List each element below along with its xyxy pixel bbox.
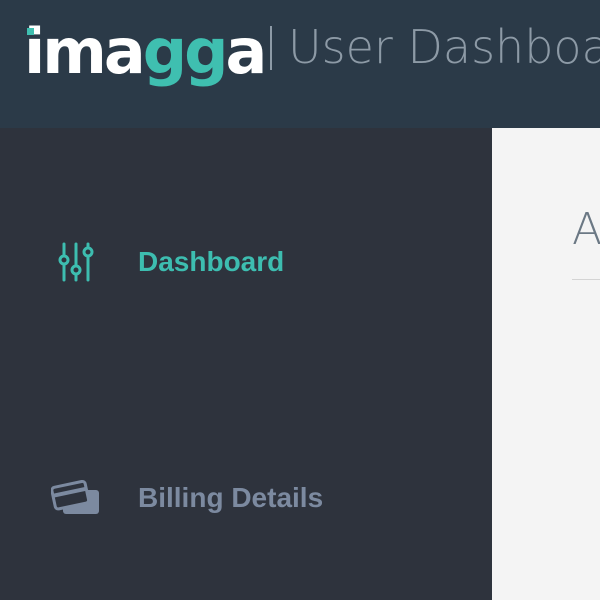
header-title: User Dashboard: [270, 22, 600, 72]
sidebar-item-label: Billing Details: [138, 482, 324, 513]
main-content: A: [492, 128, 600, 600]
sliders-icon: [46, 232, 106, 292]
sidebar-item-billing-details[interactable]: Billing Details: [0, 468, 492, 528]
header-divider: [270, 25, 272, 70]
sidebar: Dashboard Billing Details: [0, 128, 492, 600]
page-title: A: [572, 204, 600, 255]
logo-accent-dot: [27, 28, 34, 35]
sidebar-item-dashboard[interactable]: Dashboard: [0, 232, 492, 292]
imagga-logo[interactable]: ima gg a: [24, 12, 267, 92]
header-title-text: User Dashboard: [288, 20, 600, 74]
logo-text-part3: a: [225, 15, 267, 88]
title-divider: [572, 279, 600, 280]
sidebar-item-label: Dashboard: [138, 246, 285, 277]
logo-text-part2: gg: [142, 15, 229, 88]
credit-card-icon: [46, 468, 106, 528]
logo-text-part1: ima: [24, 15, 146, 88]
top-header: imagga User Dashboard: [0, 0, 600, 128]
